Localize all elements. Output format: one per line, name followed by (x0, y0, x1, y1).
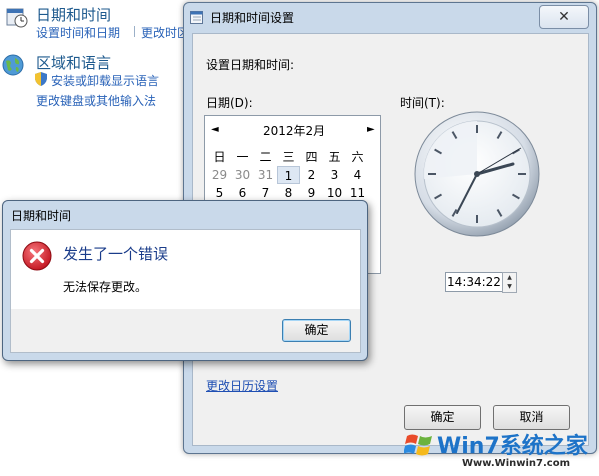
install-display-language-link[interactable]: 安装或卸载显示语言 (51, 72, 159, 89)
error-detail: 无法保存更改。 (63, 280, 148, 294)
change-timezone-link[interactable]: 更改时区 (141, 24, 183, 41)
calendar-day[interactable]: 4 (346, 166, 369, 184)
calendar-clock-icon (190, 11, 203, 24)
calendar-week-row: 29 30 31 1 2 3 4 (208, 166, 369, 184)
analog-clock (414, 111, 540, 237)
weekday-label: 四 (305, 150, 318, 164)
calendar-day[interactable]: 29 (208, 166, 231, 184)
windows-logo-icon (404, 434, 432, 456)
calendar-day-selected[interactable]: 1 (277, 166, 300, 184)
error-icon (22, 241, 52, 271)
weekday-label: 二 (259, 150, 272, 164)
region-language-heading-link[interactable]: 区域和语言 (36, 52, 111, 73)
time-spinner[interactable]: ▲ ▼ (502, 272, 517, 293)
close-button[interactable]: ✕ (539, 5, 589, 29)
spin-down-icon[interactable]: ▼ (503, 282, 516, 291)
error-body (10, 229, 361, 310)
weekday-header-row: 日 一 二 三 四 五 六 (208, 148, 369, 165)
change-calendar-settings-link[interactable]: 更改日历设置 (206, 377, 278, 394)
error-dialog-title: 日期和时间 (11, 209, 72, 223)
weekday-label: 五 (328, 150, 341, 164)
next-month-button[interactable]: ► (367, 124, 375, 135)
weekday-label: 三 (282, 150, 295, 164)
time-input[interactable]: 14:34:22 (445, 272, 503, 292)
ok-button[interactable]: 确定 (404, 405, 481, 430)
prev-month-button[interactable]: ◄ (211, 124, 219, 135)
date-label: 日期(D): (206, 96, 253, 110)
error-message: 发生了一个错误 (63, 245, 169, 263)
instruction-label: 设置日期和时间: (206, 58, 295, 72)
weekday-label: 日 (213, 150, 226, 164)
uac-shield-icon (35, 72, 47, 86)
spin-up-icon[interactable]: ▲ (503, 273, 516, 282)
globe-icon (2, 54, 24, 76)
weekday-label: 六 (351, 150, 364, 164)
set-time-date-link[interactable]: 设置时间和日期 (36, 24, 120, 41)
date-time-icon (6, 8, 28, 28)
calendar-day[interactable]: 2 (300, 166, 323, 184)
calendar-day[interactable]: 31 (254, 166, 277, 184)
change-keyboard-link[interactable]: 更改键盘或其他输入法 (36, 92, 156, 109)
dialog-title: 日期和时间设置 (210, 11, 295, 25)
datetime-heading-link[interactable]: 日期和时间 (36, 4, 111, 25)
calendar-day[interactable]: 3 (323, 166, 346, 184)
error-dialog: 日期和时间 发生了一个错误 无法保存更改。 确定 (2, 200, 368, 361)
error-ok-button[interactable]: 确定 (282, 319, 351, 342)
watermark-brand: Win7系统之家 (437, 434, 588, 459)
cancel-button[interactable]: 取消 (493, 405, 570, 430)
calendar-day[interactable]: 30 (231, 166, 254, 184)
calendar-month-title[interactable]: 2012年2月 (263, 122, 325, 139)
link-separator (134, 26, 135, 37)
weekday-label: 一 (236, 150, 249, 164)
watermark-url: Www.Winwin7.com (462, 458, 571, 469)
